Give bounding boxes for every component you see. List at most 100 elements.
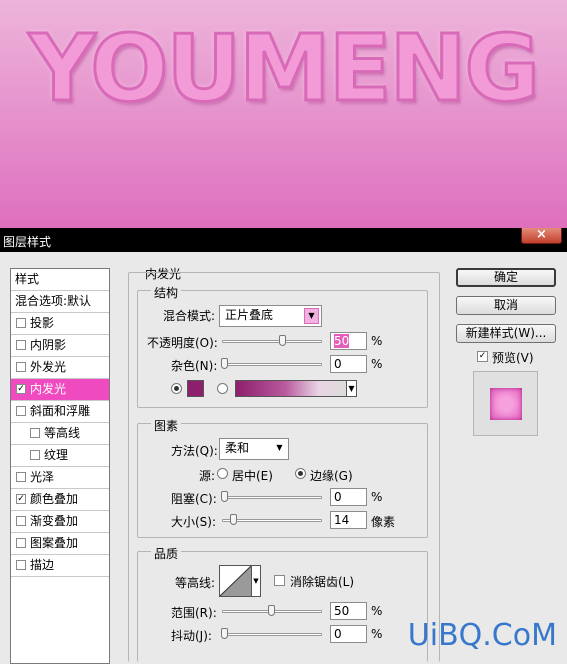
dialog-title: 图层样式	[3, 235, 52, 249]
style-item-checkbox[interactable]: ✓	[16, 384, 26, 394]
choke-slider-track[interactable]	[222, 496, 322, 499]
style-preview	[473, 371, 538, 436]
jitter-slider-track[interactable]	[222, 633, 322, 636]
source-center-radio[interactable]	[217, 468, 228, 479]
choke-slider-thumb[interactable]	[221, 491, 228, 502]
opacity-unit: %	[371, 334, 383, 348]
style-item-checkbox[interactable]	[16, 318, 26, 328]
jitter-input[interactable]: 0	[330, 625, 367, 643]
opacity-slider-thumb[interactable]	[279, 335, 286, 346]
style-item-label: 内发光	[30, 382, 67, 396]
contour-picker[interactable]	[219, 565, 252, 597]
size-slider-thumb[interactable]	[230, 514, 237, 525]
chevron-down-icon[interactable]: ▼	[346, 380, 357, 397]
structure-title: 结构	[151, 284, 182, 301]
size-unit: 像素	[371, 515, 396, 529]
chevron-down-icon: ▼	[304, 308, 319, 324]
style-item[interactable]: 纹理	[11, 445, 109, 467]
blend-options-label: 混合选项:默认	[15, 294, 92, 308]
blend-mode-select[interactable]: 正片叠底 ▼	[219, 305, 322, 327]
range-slider-thumb[interactable]	[268, 605, 275, 616]
style-item[interactable]: ✓ 颜色叠加	[11, 489, 109, 511]
dialog-titlebar[interactable]: 图层样式	[0, 228, 567, 252]
style-item-checkbox[interactable]	[16, 538, 26, 548]
style-item[interactable]: 渐变叠加	[11, 511, 109, 533]
style-item[interactable]: 内阴影	[11, 335, 109, 357]
elements-title: 图素	[151, 417, 182, 434]
blend-options-item[interactable]: 混合选项:默认	[11, 291, 109, 313]
style-item-checkbox[interactable]	[16, 362, 26, 372]
source-edge-radio[interactable]	[295, 468, 306, 479]
style-item[interactable]: ✓ 内发光	[11, 379, 109, 401]
canvas-text: YOUMENG	[27, 14, 541, 124]
style-item-label: 渐变叠加	[30, 514, 79, 528]
solid-color-radio[interactable]	[171, 383, 182, 394]
range-label: 范围(R):	[171, 606, 217, 620]
style-item-label: 投影	[30, 316, 55, 330]
new-style-button[interactable]: 新建样式(W)...	[456, 324, 556, 343]
styles-list: 样式 混合选项:默认 投影内阴影外发光 ✓ 内发光斜面和浮雕等高线纹理光泽 ✓ 颜色叠加…	[10, 268, 110, 664]
style-item[interactable]: 光泽	[11, 467, 109, 489]
opacity-slider-track[interactable]	[222, 340, 322, 343]
choke-input[interactable]: 0	[330, 488, 367, 506]
glow-gradient-swatch[interactable]	[235, 380, 347, 397]
antialias-checkbox[interactable]	[274, 575, 285, 586]
range-unit: %	[371, 604, 383, 618]
cancel-button[interactable]: 取消	[456, 296, 556, 315]
ok-button[interactable]: 确定	[456, 268, 556, 287]
style-item-checkbox[interactable]	[16, 472, 26, 482]
gradient-radio[interactable]	[217, 383, 228, 394]
size-input[interactable]: 14	[330, 511, 367, 529]
style-item[interactable]: 斜面和浮雕	[11, 401, 109, 423]
style-item[interactable]: 投影	[11, 313, 109, 335]
style-item[interactable]: 等高线	[11, 423, 109, 445]
range-input[interactable]: 50	[330, 602, 367, 620]
style-item-label: 纹理	[44, 448, 69, 462]
style-item-label: 外发光	[30, 360, 67, 374]
style-item-checkbox[interactable]	[16, 560, 26, 570]
choke-unit: %	[371, 490, 383, 504]
style-item-checkbox[interactable]	[16, 340, 26, 350]
watermark: UiBQ.CoM	[407, 618, 557, 653]
style-item-label: 光泽	[30, 470, 55, 484]
noise-label: 杂色(N):	[171, 359, 218, 373]
chevron-down-icon: ▼	[276, 443, 283, 452]
size-slider-track[interactable]	[222, 519, 322, 522]
noise-slider-track[interactable]	[222, 363, 322, 366]
source-center-label: 居中(E)	[232, 469, 273, 483]
style-item-label: 内阴影	[30, 338, 67, 352]
style-item-label: 描边	[30, 558, 55, 572]
opacity-input[interactable]: 50	[330, 332, 367, 350]
noise-input[interactable]: 0	[330, 355, 367, 373]
preview-checkbox[interactable]: ✓	[477, 351, 488, 362]
contour-icon	[220, 566, 251, 596]
document-canvas: YOUMENG	[0, 0, 567, 228]
style-item-checkbox[interactable]: ✓	[16, 494, 26, 504]
style-item[interactable]: 图案叠加	[11, 533, 109, 555]
choke-label: 阻塞(C):	[171, 492, 217, 506]
style-item-checkbox[interactable]	[30, 428, 40, 438]
style-item-checkbox[interactable]	[16, 406, 26, 416]
close-button[interactable]: ×	[521, 228, 562, 244]
styles-header[interactable]: 样式	[11, 269, 109, 291]
style-item-checkbox[interactable]	[16, 516, 26, 526]
method-value: 柔和	[225, 441, 250, 455]
chevron-down-icon[interactable]: ▼	[251, 565, 261, 597]
style-item-label: 等高线	[44, 426, 81, 440]
noise-unit: %	[371, 357, 383, 371]
style-item-checkbox[interactable]	[30, 450, 40, 460]
styles-header-label: 样式	[15, 272, 40, 286]
method-select[interactable]: 柔和 ▼	[219, 438, 289, 460]
blend-mode-label: 混合模式:	[163, 309, 216, 323]
antialias-label: 消除锯齿(L)	[290, 575, 355, 589]
opacity-value: 50	[334, 334, 350, 348]
quality-title: 品质	[151, 545, 182, 562]
style-item-label: 颜色叠加	[30, 492, 79, 506]
jitter-unit: %	[371, 627, 383, 641]
opacity-label: 不透明度(O):	[147, 336, 218, 350]
style-item[interactable]: 外发光	[11, 357, 109, 379]
noise-slider-thumb[interactable]	[221, 358, 228, 369]
jitter-slider-thumb[interactable]	[221, 628, 228, 639]
glow-color-swatch[interactable]	[187, 380, 204, 397]
style-item[interactable]: 描边	[11, 555, 109, 577]
